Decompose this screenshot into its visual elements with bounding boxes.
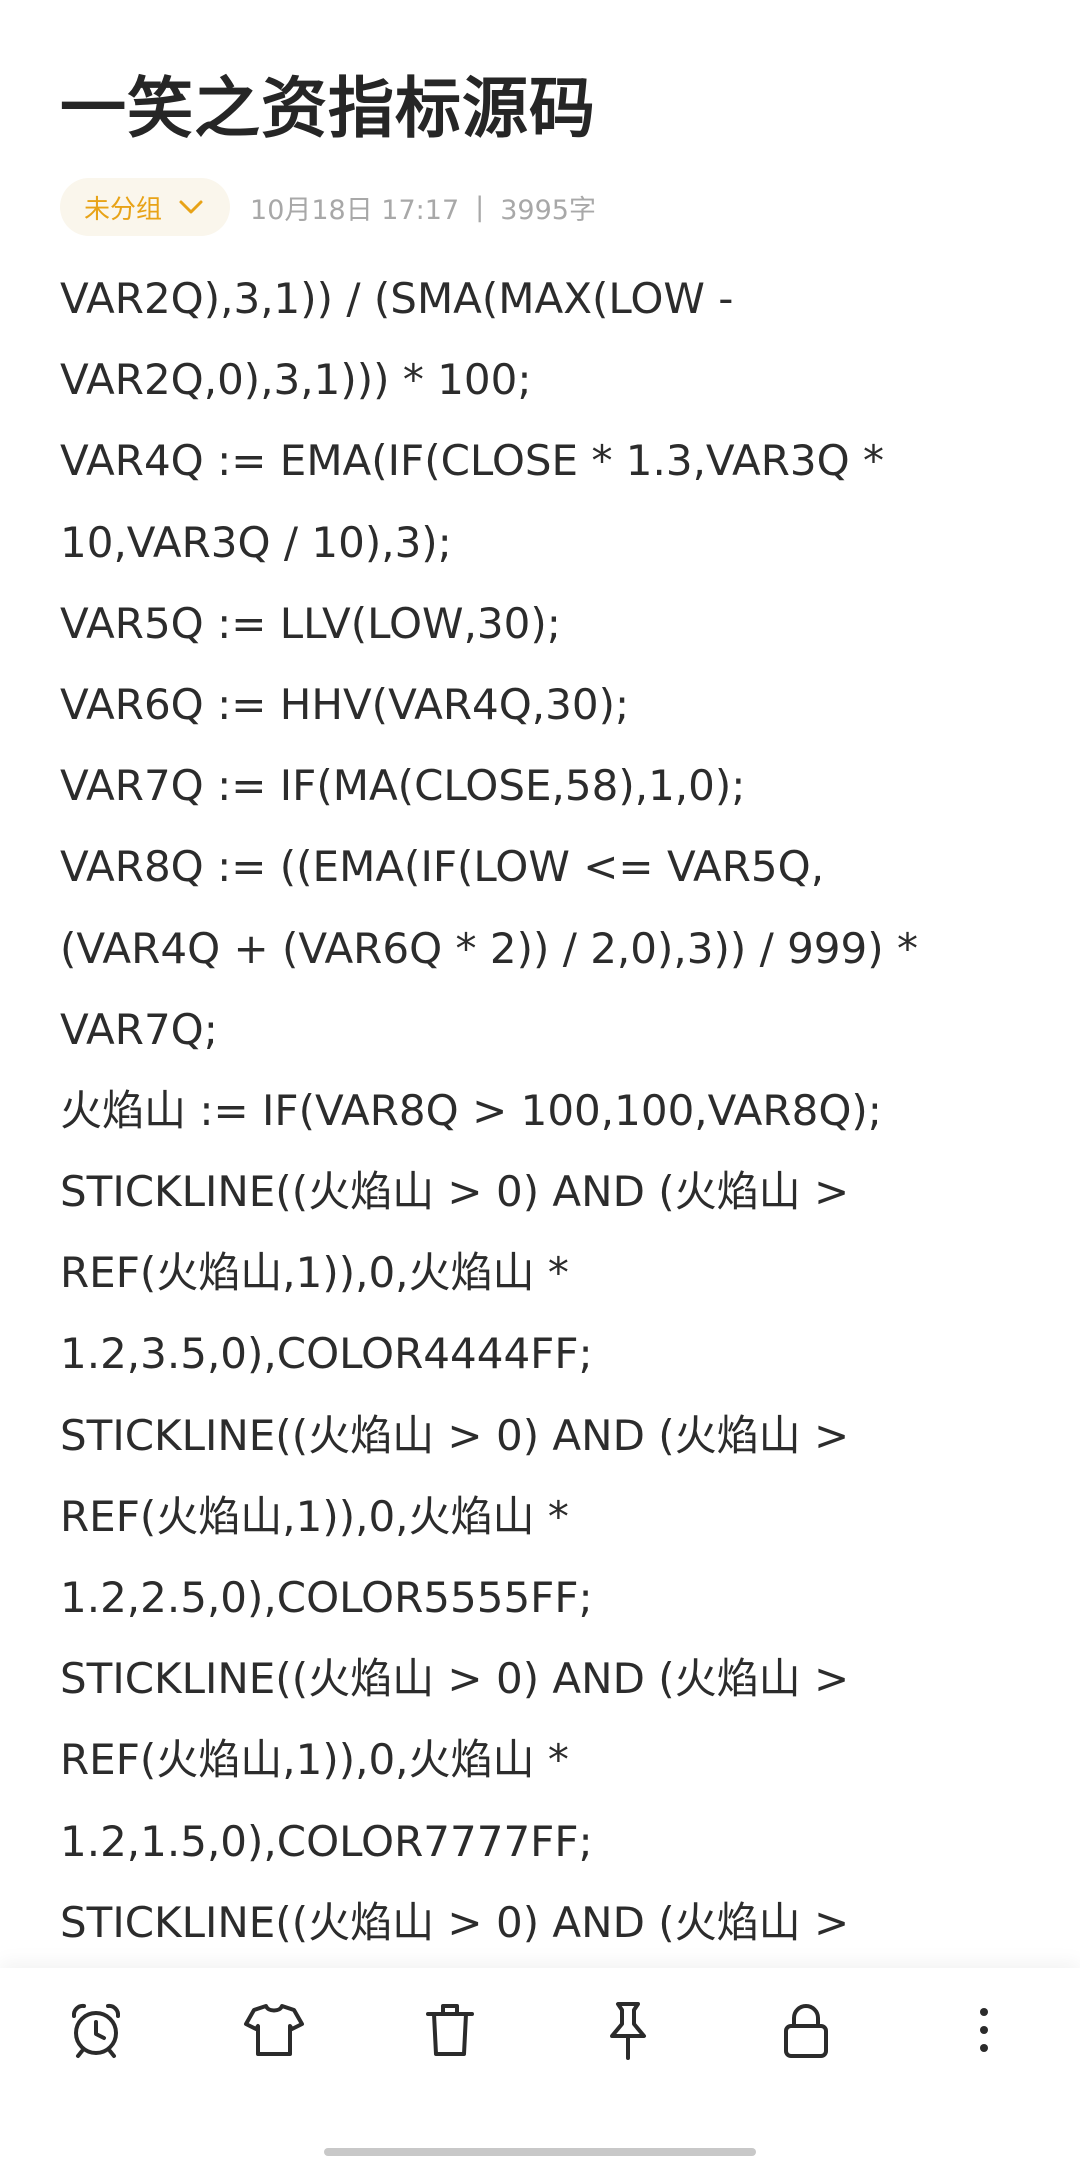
more-options-button[interactable] <box>944 1990 1024 2070</box>
body-line: VAR7Q := IF(MA(CLOSE,58),1,0); <box>60 761 746 811</box>
note-body[interactable]: VAR2Q),3,1)) / (SMA(MAX(LOW - VAR2Q,0),3… <box>60 258 1020 1950</box>
body-line: VAR5Q := LLV(LOW,30); <box>60 598 561 648</box>
body-line: (VAR4Q + (VAR6Q * 2)) / 2,0),3)) / 999) … <box>60 923 918 973</box>
note-title[interactable]: 一笑之资指标源码 <box>60 64 596 154</box>
body-line: VAR4Q := EMA(IF(CLOSE * 1.3,VAR3Q * <box>60 436 885 486</box>
body-line: 火焰山 := IF(VAR8Q > 100,100,VAR8Q); <box>60 1085 882 1135</box>
body-line: VAR2Q),3,1)) / (SMA(MAX(LOW - <box>60 274 734 323</box>
lock-button[interactable] <box>766 1990 846 2070</box>
pin-icon <box>610 2002 646 2060</box>
theme-button[interactable] <box>234 1990 314 2070</box>
lock-icon <box>784 2004 828 2058</box>
body-line: STICKLINE((火焰山 > 0) AND (火焰山 > <box>60 1897 850 1947</box>
body-line: VAR6Q := HHV(VAR4Q,30); <box>60 679 630 729</box>
delete-button[interactable] <box>410 1990 490 2070</box>
body-line: REF(火焰山,1)),0,火焰山 * <box>60 1735 569 1785</box>
bottom-toolbar <box>0 1968 1080 2160</box>
meta-separator: | <box>475 191 485 223</box>
alarm-clock-icon <box>71 2003 121 2058</box>
body-line: VAR7Q; <box>60 1004 218 1054</box>
body-line: REF(火焰山,1)),0,火焰山 * <box>60 1491 569 1541</box>
tshirt-icon <box>244 2004 304 2056</box>
trash-icon <box>426 2004 474 2056</box>
body-line: 1.2,3.5,0),COLOR4444FF; <box>60 1329 593 1379</box>
body-line: VAR8Q := ((EMA(IF(LOW <= VAR5Q, <box>60 842 825 892</box>
note-meta: 未分组 10月18日 17:17 | 3995字 <box>60 178 596 236</box>
chevron-down-icon <box>179 200 203 214</box>
reminder-button[interactable] <box>56 1990 136 2070</box>
more-vertical-icon <box>980 2008 988 2052</box>
body-line: STICKLINE((火焰山 > 0) AND (火焰山 > <box>60 1410 850 1460</box>
body-line: 1.2,1.5,0),COLOR7777FF; <box>60 1816 593 1866</box>
note-page: 一笑之资指标源码 未分组 10月18日 17:17 | 3995字 VAR2Q)… <box>0 0 1080 2160</box>
body-line: REF(火焰山,1)),0,火焰山 * <box>60 1248 569 1298</box>
home-indicator[interactable] <box>324 2148 756 2156</box>
body-line: STICKLINE((火焰山 > 0) AND (火焰山 > <box>60 1654 850 1704</box>
pin-button[interactable] <box>588 1990 668 2070</box>
body-line: 1.2,2.5,0),COLOR5555FF; <box>60 1573 593 1622</box>
word-count: 3995字 <box>500 194 596 226</box>
note-date: 10月18日 17:17 <box>250 194 460 226</box>
group-selector-button[interactable]: 未分组 <box>60 178 231 236</box>
body-line: 10,VAR3Q / 10),3); <box>60 517 452 567</box>
body-line: VAR2Q,0),3,1))) * 100; <box>60 355 532 405</box>
body-line: STICKLINE((火焰山 > 0) AND (火焰山 > <box>60 1167 850 1217</box>
group-label: 未分组 <box>84 194 163 225</box>
